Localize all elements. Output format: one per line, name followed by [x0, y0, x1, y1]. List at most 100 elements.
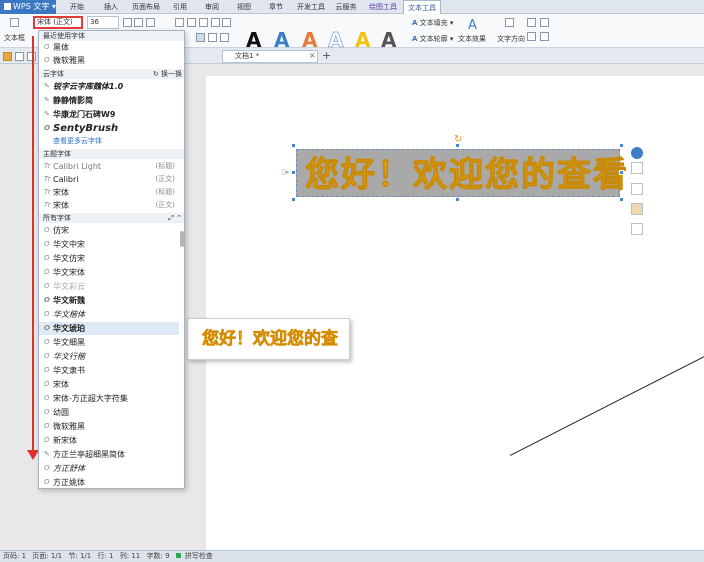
font-item[interactable]: O 宋体-方正超大字符集	[39, 392, 179, 405]
font-item-selected[interactable]: O 华文琥珀	[39, 322, 179, 335]
dropdown-scrollbar[interactable]	[180, 231, 184, 247]
wordart-box[interactable]: 您好！欢迎您的查看	[296, 149, 628, 197]
next-textbox-icon[interactable]	[540, 32, 549, 41]
font-item[interactable]: O 华文新魏	[39, 294, 179, 307]
char-scale-icon[interactable]	[222, 18, 231, 27]
tab-references[interactable]: 引用	[166, 0, 194, 14]
style-gray-a[interactable]: A	[381, 30, 396, 50]
font-item[interactable]: ✎ 华康龙门石碑W9	[39, 108, 179, 121]
resize-handle[interactable]	[619, 170, 624, 175]
font-item[interactable]: O 方正舒体	[39, 462, 179, 475]
font-item[interactable]: O 新宋体	[39, 434, 179, 447]
refresh-cloud-fonts-button[interactable]: ↻ 换一换	[153, 69, 182, 79]
font-item[interactable]: O 华文宋体	[39, 266, 179, 279]
font-item[interactable]: O 黑体	[39, 41, 179, 54]
style-orange-a[interactable]: A	[302, 30, 317, 50]
clear-format-icon[interactable]	[146, 18, 155, 27]
tab-insert[interactable]: 插入	[96, 0, 126, 14]
text-fill-button[interactable]: A 文本填充 ▾	[412, 18, 453, 28]
font-item[interactable]: ✎ 方正兰亭超细黑简体	[39, 448, 179, 461]
font-size-combobox[interactable]: 36	[87, 16, 119, 29]
font-item[interactable]: Tr Calibri Light (标题)	[39, 160, 179, 173]
shape-outline-icon[interactable]	[631, 183, 643, 195]
indent-icon[interactable]	[199, 18, 208, 27]
font-item[interactable]: O 仿宋	[39, 224, 179, 237]
prev-textbox-icon[interactable]	[527, 32, 536, 41]
style-black-a[interactable]: A	[246, 30, 261, 50]
tab-cloud[interactable]: 云服务	[331, 0, 361, 14]
resize-handle[interactable]	[619, 143, 624, 148]
font-item[interactable]: Tr 宋体 (标题)	[39, 186, 179, 199]
font-preview-card: 您好！欢迎您的查	[187, 318, 350, 360]
grow-font-icon[interactable]	[123, 18, 132, 27]
font-type-icon: O	[44, 338, 50, 346]
outdent-icon[interactable]	[211, 18, 220, 27]
justify-icon[interactable]	[220, 33, 229, 42]
align-center-icon[interactable]	[196, 33, 205, 42]
wordart-frame[interactable]: 您好！欢迎您的查看	[291, 143, 628, 202]
bullets-icon[interactable]	[175, 18, 184, 27]
font-dropdown[interactable]: 最近使用字体 O 黑体 O 微软雅黑 云字体 ↻ 换一换 ✎ 锐字云字库魏体1.0 ✎ 静…	[38, 30, 185, 489]
align-right-icon[interactable]	[208, 33, 217, 42]
font-type-icon: O	[44, 56, 50, 64]
resize-handle[interactable]	[291, 170, 296, 175]
layout-options-icon[interactable]	[631, 147, 643, 159]
tab-text-tools[interactable]: 文本工具	[403, 0, 441, 14]
font-item[interactable]: O 华文楷体	[39, 308, 179, 321]
font-item[interactable]: O 华文中宋	[39, 238, 179, 251]
font-item[interactable]: ✎ 静静情影简	[39, 94, 179, 107]
textbox-label[interactable]: 文本框	[4, 33, 25, 43]
tab-chapter[interactable]: 章节	[262, 0, 290, 14]
style-outline-a[interactable]: A	[327, 30, 344, 51]
shrink-font-icon[interactable]	[134, 18, 143, 27]
style-yellow-a[interactable]: A	[355, 30, 370, 50]
font-item[interactable]: O 华文仿宋	[39, 252, 179, 265]
resize-handle[interactable]	[455, 143, 460, 148]
resize-handle[interactable]	[291, 197, 296, 202]
shape-fill-icon[interactable]	[631, 203, 643, 215]
break-link-icon[interactable]	[540, 18, 549, 27]
style-blue-a[interactable]: A	[274, 30, 289, 50]
font-item[interactable]: ✎ 锐字云字库魏体1.0	[39, 80, 179, 93]
font-item[interactable]: O 华文隶书	[39, 364, 179, 377]
font-item[interactable]: O SentyBrush	[39, 122, 179, 135]
font-item[interactable]: O 华文彩云	[39, 280, 179, 293]
text-direction-button[interactable]: 文字方向	[497, 34, 525, 44]
shape-edit-icon[interactable]	[631, 223, 643, 235]
wordart-text[interactable]: 您好！欢迎您的查看	[305, 156, 629, 195]
collapse-icon[interactable]: ⤢ ⌃	[168, 213, 182, 223]
save-icon[interactable]	[15, 52, 24, 61]
more-cloud-fonts-link[interactable]: 查看更多云字体	[39, 136, 184, 146]
font-item[interactable]: O 方正姚体	[39, 476, 179, 488]
tab-view[interactable]: 视图	[230, 0, 258, 14]
shape-style-icon[interactable]	[631, 162, 643, 174]
document-tab[interactable]: 文档1 *	[222, 50, 318, 63]
font-item[interactable]: O 微软雅黑	[39, 54, 179, 67]
open-icon[interactable]	[3, 52, 12, 61]
font-item[interactable]: O 宋体	[39, 378, 179, 391]
font-name-combobox[interactable]: 宋体 (正文)	[33, 16, 83, 29]
resize-handle[interactable]	[619, 197, 624, 202]
numbering-icon[interactable]	[187, 18, 196, 27]
resize-handle[interactable]	[291, 143, 296, 148]
font-item[interactable]: Tr Calibri (正文)	[39, 173, 179, 186]
tab-page-layout[interactable]: 页面布局	[128, 0, 164, 14]
resize-handle[interactable]	[455, 197, 460, 202]
font-item[interactable]: O 华文行楷	[39, 350, 179, 363]
font-item[interactable]: O 微软雅黑	[39, 420, 179, 433]
new-tab-button[interactable]: +	[322, 50, 331, 62]
text-outline-button[interactable]: A 文本轮廓 ▾	[412, 34, 453, 44]
text-effect-button[interactable]: 文本效果	[458, 34, 486, 44]
close-tab-icon[interactable]: ×	[309, 51, 316, 60]
tab-drawing-tools[interactable]: 绘图工具	[365, 0, 401, 14]
tab-developer[interactable]: 开发工具	[293, 0, 329, 14]
font-item[interactable]: O 幼圆	[39, 406, 179, 419]
tab-review[interactable]: 审阅	[198, 0, 226, 14]
tab-start[interactable]: 开始	[62, 0, 92, 14]
textbox-icon[interactable]	[10, 18, 19, 27]
spell-check-button[interactable]: 拼写检查	[175, 552, 217, 560]
font-item[interactable]: O 华文细黑	[39, 336, 179, 349]
link-textbox-icon[interactable]	[527, 18, 536, 27]
wps-app-button[interactable]: WPS 文字 ▾	[0, 0, 56, 14]
font-item[interactable]: Tr 宋体 (正文)	[39, 199, 179, 212]
